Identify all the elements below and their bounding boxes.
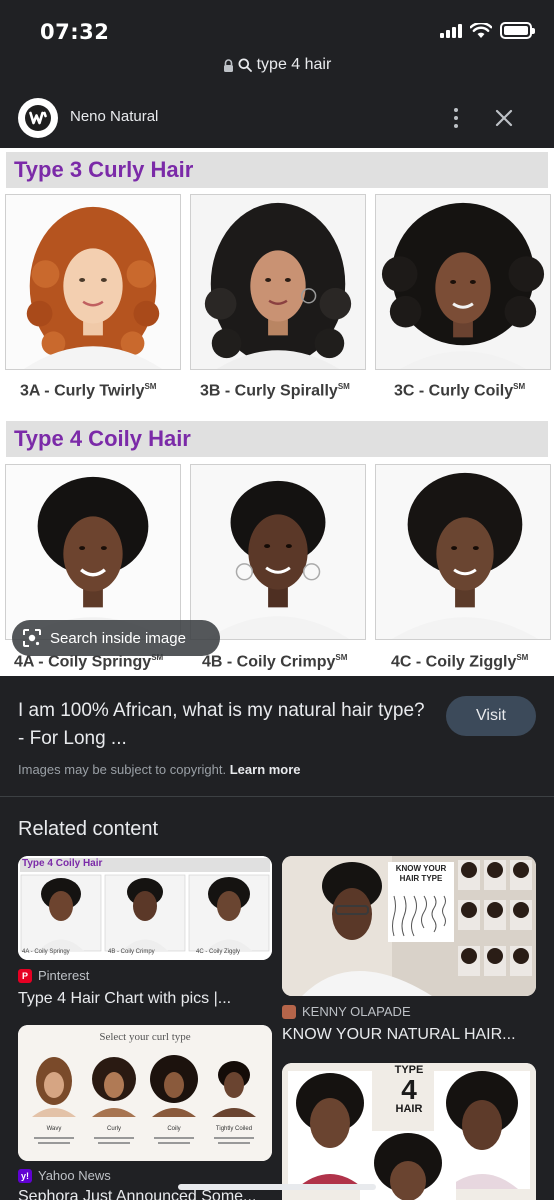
card-3-image-title: Select your curl type (99, 1031, 191, 1043)
photo-4c (375, 464, 551, 640)
search-inside-image-button[interactable]: Search inside image (12, 620, 220, 656)
pinterest-icon: P (18, 968, 32, 983)
close-icon[interactable] (490, 104, 518, 132)
cellular-signal-icon (440, 23, 462, 38)
photo-3b (190, 194, 366, 370)
result-title[interactable]: I am 100% African, what is my natural ha… (18, 697, 428, 753)
status-time: 07:32 (40, 20, 110, 44)
yahoo-icon: y! (18, 1168, 32, 1183)
caption-4b: 4B - Coily CrimpySM (202, 653, 348, 671)
wifi-icon (470, 22, 492, 38)
card-2-image-text: KNOW YOUR HAIR TYPE (395, 864, 447, 883)
caption-4c: 4C - Coily ZigglySM (391, 653, 529, 671)
related-card-1-image[interactable]: Type 4 Coily Hair 4A - Coily Springy 4B … (18, 856, 272, 960)
section-band-type4: Type 4 Coily Hair (6, 421, 548, 457)
status-icons (440, 22, 535, 39)
related-card-3-source: y! Yahoo News (18, 1168, 111, 1183)
lock-icon (223, 58, 233, 72)
caption-3a: 3A - Curly TwirlySM (20, 382, 157, 400)
related-card-4-image[interactable]: TYPE 4 HAIR (282, 1063, 536, 1200)
main-image[interactable]: Type 3 Curly Hair 3A - Curly TwirlySM 3B… (0, 148, 554, 676)
card-1-image-caption-4b: 4B - Coily Crimpy (108, 949, 155, 955)
section-title-type3: Type 3 Curly Hair (14, 157, 194, 182)
search-icon (238, 58, 253, 72)
related-card-1-title[interactable]: Type 4 Hair Chart with pics |... (18, 990, 272, 1008)
photo-4a (5, 464, 181, 640)
related-card-2-source: KENNY OLAPADE (282, 1004, 411, 1019)
card-1-image-caption-4a: 4A - Coily Springy (22, 949, 70, 955)
visit-button[interactable]: Visit (446, 696, 536, 736)
section-title-type4: Type 4 Coily Hair (14, 426, 191, 451)
search-inside-image-label: Search inside image (50, 629, 186, 647)
home-indicator[interactable] (178, 1184, 376, 1190)
section-band-type3: Type 3 Curly Hair (6, 152, 548, 188)
card-3-label-wavy: Wavy (46, 1126, 62, 1132)
battery-icon (500, 22, 535, 39)
source-name[interactable]: Neno Natural (70, 108, 158, 125)
card-3-label-coily: Coily (167, 1126, 181, 1132)
card-1-image-caption-4c: 4C - Coily Ziggly (196, 949, 241, 955)
learn-more-link[interactable]: Learn more (230, 762, 301, 777)
neno-natural-logo-icon (25, 105, 51, 131)
card-1-image-title: Type 4 Coily Hair (22, 858, 103, 869)
caption-3c: 3C - Curly CoilySM (394, 382, 526, 400)
url-bar[interactable]: type 4 hair (0, 56, 554, 82)
more-options-icon[interactable] (444, 104, 468, 132)
photo-3c (375, 194, 551, 370)
related-card-1-source: P Pinterest (18, 968, 89, 983)
card-4-type-4-hair-badge: TYPE 4 HAIR (394, 1064, 424, 1115)
related-card-3-image[interactable]: Select your curl type Wavy Curly Coily T… (18, 1025, 272, 1161)
source-logo[interactable] (18, 98, 58, 138)
related-card-2-image[interactable]: KNOW YOUR HAIR TYPE (282, 856, 536, 996)
divider (0, 796, 554, 797)
photo-4b (190, 464, 366, 640)
kenny-olapade-avatar-icon (282, 1004, 296, 1019)
url-query: type 4 hair (256, 56, 332, 73)
card-3-label-tightly-coiled: Tightly Coiled (215, 1126, 253, 1132)
source-header: Neno Natural (0, 90, 554, 146)
related-content-heading: Related content (18, 818, 159, 840)
photo-3a (5, 194, 181, 370)
copyright-notice: Images may be subject to copyright. Lear… (18, 762, 301, 777)
status-bar: 07:32 (0, 0, 554, 56)
caption-3b: 3B - Curly SpirallySM (200, 382, 350, 400)
card-3-label-curly: Curly (106, 1126, 121, 1132)
related-card-2-title[interactable]: KNOW YOUR NATURAL HAIR... (282, 1026, 536, 1044)
lens-icon (23, 629, 41, 647)
